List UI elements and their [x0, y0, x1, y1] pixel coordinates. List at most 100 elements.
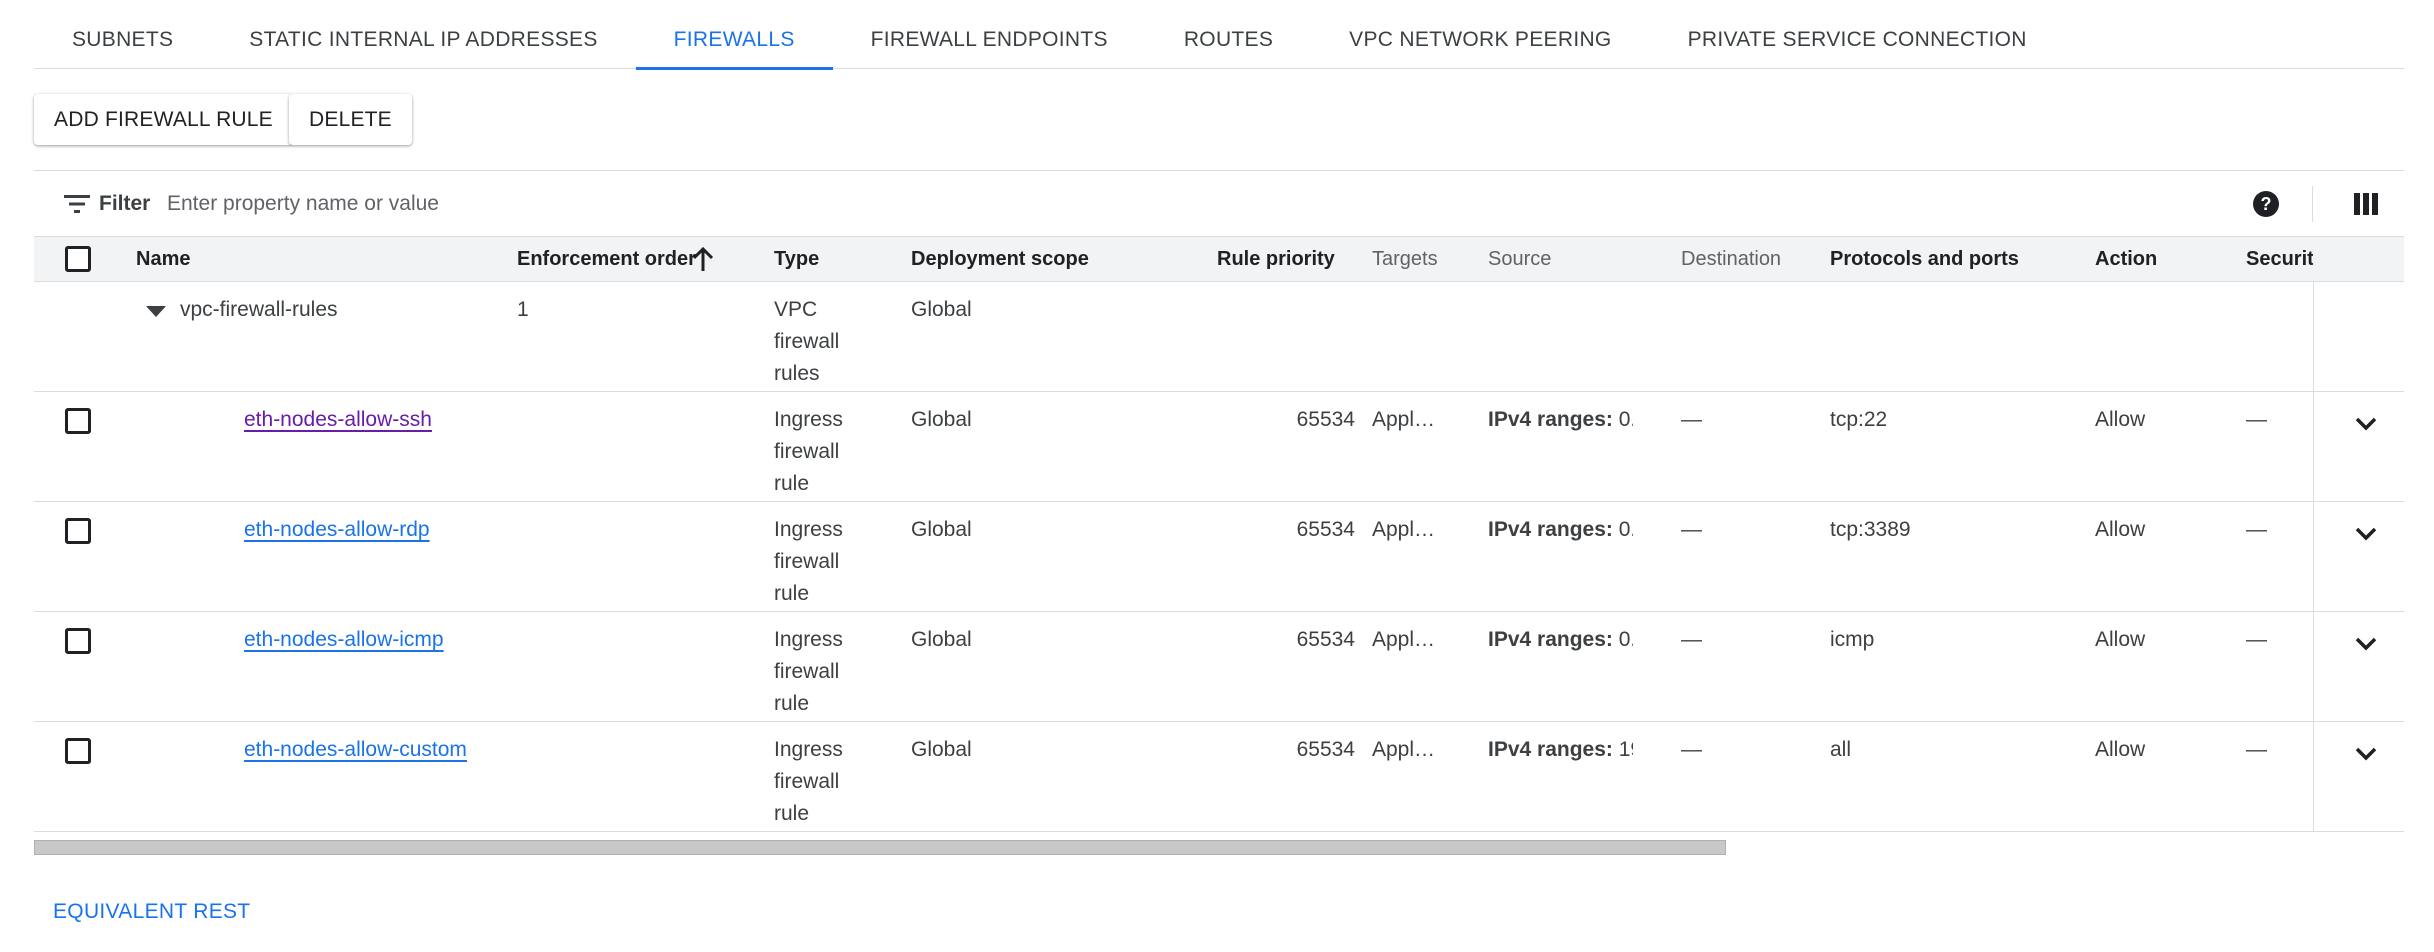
- rule-priority: 65534: [1296, 408, 1355, 431]
- header-targets: Targets: [1372, 248, 1438, 270]
- rule-action: Allow: [2095, 408, 2146, 431]
- equivalent-rest-link[interactable]: EQUIVALENT REST: [53, 900, 250, 924]
- rule-protocols: tcp:22: [1830, 408, 1888, 431]
- rule-source: IPv4 ranges: 19: [1488, 734, 1633, 766]
- row-checkbox[interactable]: [65, 518, 91, 544]
- table-row: eth-nodes-allow-custom Ingress firewall …: [34, 722, 2404, 832]
- rule-source: IPv4 ranges: 0.0.0.0/0: [1488, 514, 1633, 546]
- filter-input[interactable]: [167, 184, 1167, 224]
- horizontal-scrollbar[interactable]: [34, 840, 1726, 855]
- tab-static-internal-ip-addresses[interactable]: STATIC INTERNAL IP ADDRESSES: [211, 0, 635, 69]
- table-row: eth-nodes-allow-ssh Ingress firewall rul…: [34, 392, 2404, 502]
- tab-routes[interactable]: ROUTES: [1146, 0, 1311, 69]
- source-label: IPv4 ranges:: [1488, 518, 1613, 541]
- source-label: IPv4 ranges:: [1488, 628, 1613, 651]
- rule-destination: —: [1681, 518, 1702, 541]
- chevron-down-icon[interactable]: [2352, 520, 2380, 548]
- rule-destination: —: [1681, 738, 1702, 761]
- select-all-checkbox[interactable]: [65, 246, 91, 272]
- header-action[interactable]: Action: [2095, 248, 2157, 271]
- row-checkbox[interactable]: [65, 738, 91, 764]
- table-header: Name Enforcement order Type Deployment s…: [34, 236, 2404, 282]
- header-protocols-and-ports[interactable]: Protocols and ports: [1830, 248, 2019, 271]
- help-icon[interactable]: ?: [2251, 189, 2281, 219]
- row-checkbox[interactable]: [65, 408, 91, 434]
- rule-targets: Appl…: [1372, 738, 1436, 761]
- rule-scope: Global: [911, 518, 972, 541]
- filter-divider: [2312, 186, 2313, 222]
- rule-security: —: [2246, 628, 2267, 651]
- rule-type: Ingress firewall rule: [774, 408, 843, 495]
- arrow-up-icon[interactable]: [692, 247, 714, 273]
- rule-action: Allow: [2095, 518, 2146, 541]
- rule-scope: Global: [911, 738, 972, 761]
- rule-priority: 65534: [1296, 518, 1355, 541]
- rule-action: Allow: [2095, 738, 2146, 761]
- source-label: IPv4 ranges:: [1488, 408, 1613, 431]
- rule-security: —: [2246, 738, 2267, 761]
- rule-priority: 65534: [1296, 628, 1355, 651]
- rule-scope: Global: [911, 408, 972, 431]
- rule-targets: Appl…: [1372, 628, 1436, 651]
- firewall-rules-table: Name Enforcement order Type Deployment s…: [34, 236, 2404, 832]
- sticky-column-divider: [2313, 282, 2314, 832]
- header-type[interactable]: Type: [774, 248, 819, 271]
- rule-source: IPv4 ranges: 0.0.0.0/0: [1488, 404, 1633, 436]
- caret-down-icon[interactable]: [146, 306, 166, 317]
- tab-vpc-network-peering[interactable]: VPC NETWORK PEERING: [1311, 0, 1649, 69]
- rule-action: Allow: [2095, 628, 2146, 651]
- row-checkbox[interactable]: [65, 628, 91, 654]
- rule-destination: —: [1681, 408, 1702, 431]
- rule-destination: —: [1681, 628, 1702, 651]
- group-enforcement-order: 1: [517, 298, 529, 321]
- group-type: VPC firewall rules: [774, 298, 840, 385]
- rule-type: Ingress firewall rule: [774, 628, 843, 715]
- rule-targets: Appl…: [1372, 518, 1436, 541]
- header-name[interactable]: Name: [136, 248, 190, 271]
- rule-type: Ingress firewall rule: [774, 518, 843, 605]
- rule-security: —: [2246, 518, 2267, 541]
- rule-scope: Global: [911, 628, 972, 651]
- divider: [34, 170, 2404, 171]
- rule-priority: 65534: [1296, 738, 1355, 761]
- rule-name-link[interactable]: eth-nodes-allow-icmp: [244, 624, 444, 656]
- rule-protocols: all: [1830, 738, 1852, 761]
- header-destination: Destination: [1681, 248, 1782, 270]
- tab-subnets[interactable]: SUBNETS: [34, 0, 211, 69]
- header-source: Source: [1488, 248, 1552, 270]
- chevron-down-icon[interactable]: [2352, 630, 2380, 658]
- chevron-down-icon[interactable]: [2352, 410, 2380, 438]
- source-label: IPv4 ranges:: [1488, 738, 1613, 761]
- rule-name-link[interactable]: eth-nodes-allow-custom: [244, 734, 467, 766]
- filter-bar: Filter ?: [34, 172, 2404, 236]
- tab-private-service-connection[interactable]: PRIVATE SERVICE CONNECTION: [1650, 0, 2065, 69]
- rule-type: Ingress firewall rule: [774, 738, 843, 825]
- group-deployment-scope: Global: [911, 298, 972, 321]
- chevron-down-icon[interactable]: [2352, 740, 2380, 768]
- delete-button[interactable]: DELETE: [289, 94, 412, 145]
- table-row: eth-nodes-allow-rdp Ingress firewall rul…: [34, 502, 2404, 612]
- source-value: 0.0.0.0/0: [1618, 628, 1633, 651]
- header-deployment-scope[interactable]: Deployment scope: [911, 248, 1089, 271]
- header-security[interactable]: Security: [2246, 248, 2313, 271]
- filter-label[interactable]: Filter: [99, 192, 150, 216]
- tab-firewall-endpoints[interactable]: FIREWALL ENDPOINTS: [833, 0, 1146, 69]
- rule-name-link[interactable]: eth-nodes-allow-rdp: [244, 514, 430, 546]
- rule-source: IPv4 ranges: 0.0.0.0/0: [1488, 624, 1633, 656]
- source-value: 19: [1618, 738, 1633, 761]
- tab-bar: SUBNETS STATIC INTERNAL IP ADDRESSES FIR…: [34, 0, 2404, 70]
- header-rule-priority[interactable]: Rule priority: [1217, 248, 1335, 271]
- group-name: vpc-firewall-rules: [180, 298, 338, 321]
- filter-icon[interactable]: [64, 195, 90, 213]
- svg-text:?: ?: [2261, 194, 2272, 214]
- table-group-row: vpc-firewall-rules 1 VPC firewall rules …: [34, 282, 2404, 392]
- add-firewall-rule-button[interactable]: ADD FIREWALL RULE: [34, 94, 293, 145]
- column-display-icon[interactable]: [2354, 193, 2378, 215]
- source-value: 0.0.0.0/0: [1618, 408, 1633, 431]
- rule-security: —: [2246, 408, 2267, 431]
- header-enforcement-order[interactable]: Enforcement order: [517, 248, 696, 271]
- rule-protocols: icmp: [1830, 628, 1875, 651]
- tab-firewalls[interactable]: FIREWALLS: [635, 0, 833, 70]
- rule-name-link[interactable]: eth-nodes-allow-ssh: [244, 404, 432, 436]
- table-row: eth-nodes-allow-icmp Ingress firewall ru…: [34, 612, 2404, 722]
